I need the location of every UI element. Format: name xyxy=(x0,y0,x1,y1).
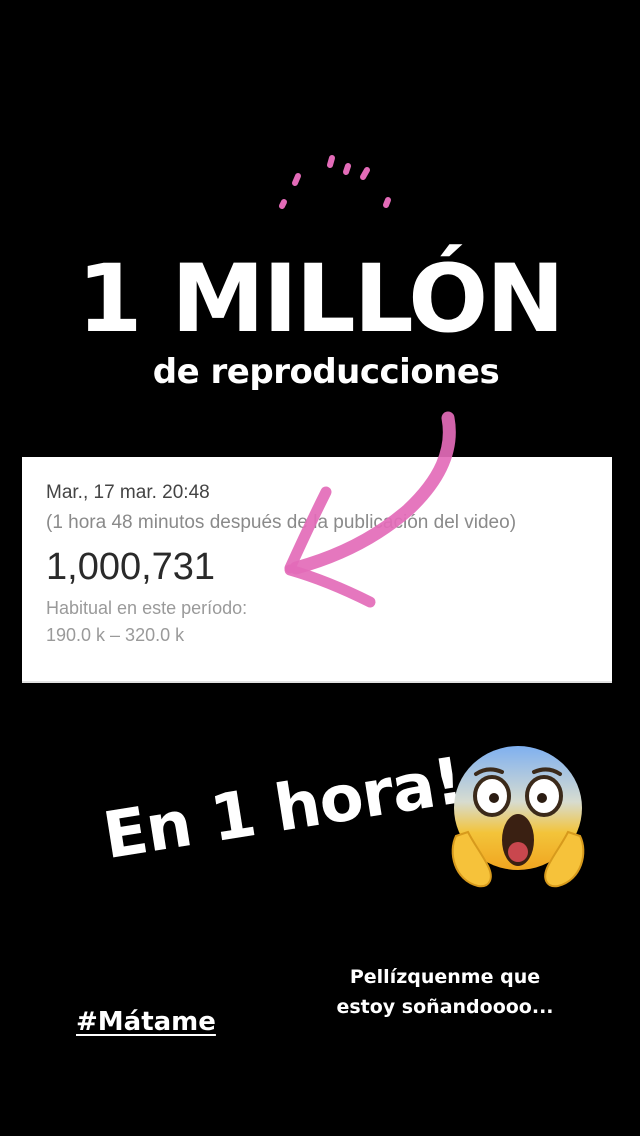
typical-range-label: Habitual en este período: xyxy=(46,598,248,618)
sparkle-doodle-icon xyxy=(279,155,391,209)
story-screen: { "headline": { "title": "1 MILLÓN", "su… xyxy=(0,0,640,1136)
time-sticker-text: En 1 hora! xyxy=(98,744,468,874)
typical-range: 190.0 k – 320.0 k xyxy=(46,625,185,645)
stats-date: Mar., 17 mar. 20:48 xyxy=(46,482,210,503)
face-screaming-in-fear-icon xyxy=(451,746,585,888)
views-stats-card: Mar., 17 mar. 20:48 (1 hora 48 minutos d… xyxy=(22,457,612,683)
caption-text: Pellízquenme que estoy soñandoooo... xyxy=(336,966,554,1018)
headline-title: 1 MILLÓN xyxy=(77,245,565,354)
stats-note: (1 hora 48 minutos después de la publica… xyxy=(46,512,517,533)
headline-subtitle: de reproducciones xyxy=(152,352,500,392)
hashtag-link[interactable]: #Mátame xyxy=(76,1004,216,1040)
view-count: 1,000,731 xyxy=(46,546,216,588)
card-divider xyxy=(22,681,612,683)
